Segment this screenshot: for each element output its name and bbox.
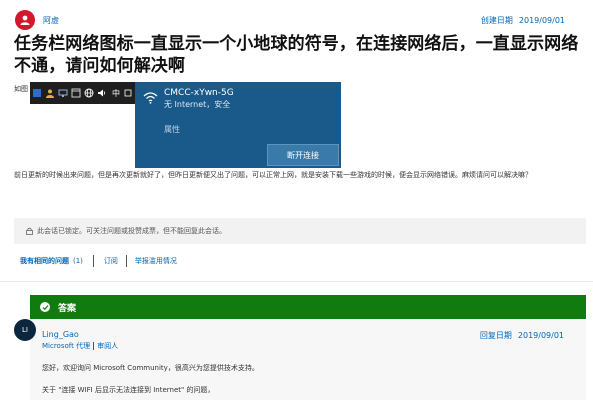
wifi-disconnect-button: 断开连接 <box>267 144 339 166</box>
embedded-taskbar-screenshot: 中 <box>30 82 135 104</box>
answer-header: 答案 <box>30 295 586 319</box>
question-author-row: 阿虚 <box>15 10 59 30</box>
taskbar-notification-icon <box>123 88 133 98</box>
report-abuse-link[interactable]: 举报滥用情况 <box>135 256 177 266</box>
question-body: 前日更新的时候出来问题，但是再次更新就好了，但昨日更新便又出了问题，可以正常上网… <box>14 171 532 179</box>
author-name[interactable]: 阿虚 <box>43 15 59 26</box>
role-reviewer: 审阅人 <box>97 342 119 350</box>
replied-date-value: 2019/09/01 <box>517 331 564 340</box>
same-question-count: (1) <box>73 257 83 265</box>
wifi-ssid: CMCC-xYwn-5G <box>164 88 234 98</box>
locked-notice-text: 此会话已锁定。可关注问题或投赞成票，但不能回复此会话。 <box>37 227 226 235</box>
answer-label: 答案 <box>58 303 77 314</box>
same-question-button[interactable]: 我有相同的问题 <box>20 256 69 266</box>
taskbar-window-icon <box>71 88 81 98</box>
answer-about: 关于 "连接 WIFI 后显示无法连接到 Internet" 的问题， <box>42 386 215 394</box>
taskbar-app-icon <box>32 88 42 98</box>
question-title: 任务栏网络图标一直显示一个小地球的符号，在连接网络后，一直显示网络不通，请问如何… <box>14 34 579 76</box>
taskbar-ime-indicator: 中 <box>112 88 120 98</box>
taskbar-user-icon <box>45 88 55 98</box>
answer-greeting: 您好，欢迎询问 Microsoft Community，很高兴为您提供技术支持。 <box>42 364 259 372</box>
embedded-wifi-flyout-screenshot: CMCC-xYwn-5G 无 Internet，安全 属性 断开连接 <box>135 82 341 168</box>
created-date-value: 2019/09/01 <box>518 16 565 25</box>
section-divider <box>0 281 593 282</box>
question-actions: 我有相同的问题 (1) 订阅 举报滥用情况 <box>20 255 177 267</box>
replied-date: 回复日期 2019/09/01 <box>480 330 564 341</box>
taskbar-globe-icon <box>84 88 94 98</box>
replied-label: 回复日期 <box>479 331 512 340</box>
wifi-properties-link: 属性 <box>164 125 180 134</box>
author-avatar[interactable] <box>15 10 35 30</box>
role-agent: Microsoft 代理 <box>42 342 91 350</box>
wifi-status: 无 Internet，安全 <box>164 100 231 109</box>
user-icon <box>20 15 30 25</box>
created-label: 创建日期 <box>480 16 513 25</box>
locked-notice: 此会话已锁定。可关注问题或投赞成票，但不能回复此会话。 <box>14 218 586 244</box>
subscribe-link[interactable]: 订阅 <box>104 256 118 266</box>
actions-divider <box>125 255 127 267</box>
lock-icon <box>26 227 33 235</box>
wifi-icon <box>143 92 158 104</box>
answerer-name[interactable]: Ling_Gao <box>42 330 79 339</box>
taskbar-volume-icon <box>97 88 107 98</box>
answerer-roles: Microsoft 代理 审阅人 <box>42 341 118 351</box>
answerer-avatar[interactable]: LI <box>14 319 36 341</box>
actions-divider <box>92 255 94 267</box>
answer-card: LI Ling_Gao Microsoft 代理 审阅人 回复日期 2019/09… <box>14 319 586 400</box>
roles-divider <box>93 342 95 350</box>
created-date: 创建日期 2019/09/01 <box>481 15 565 26</box>
taskbar-monitor-icon <box>58 88 68 98</box>
question-prefix-text: 如图 <box>14 85 28 93</box>
check-circle-icon <box>40 302 50 312</box>
